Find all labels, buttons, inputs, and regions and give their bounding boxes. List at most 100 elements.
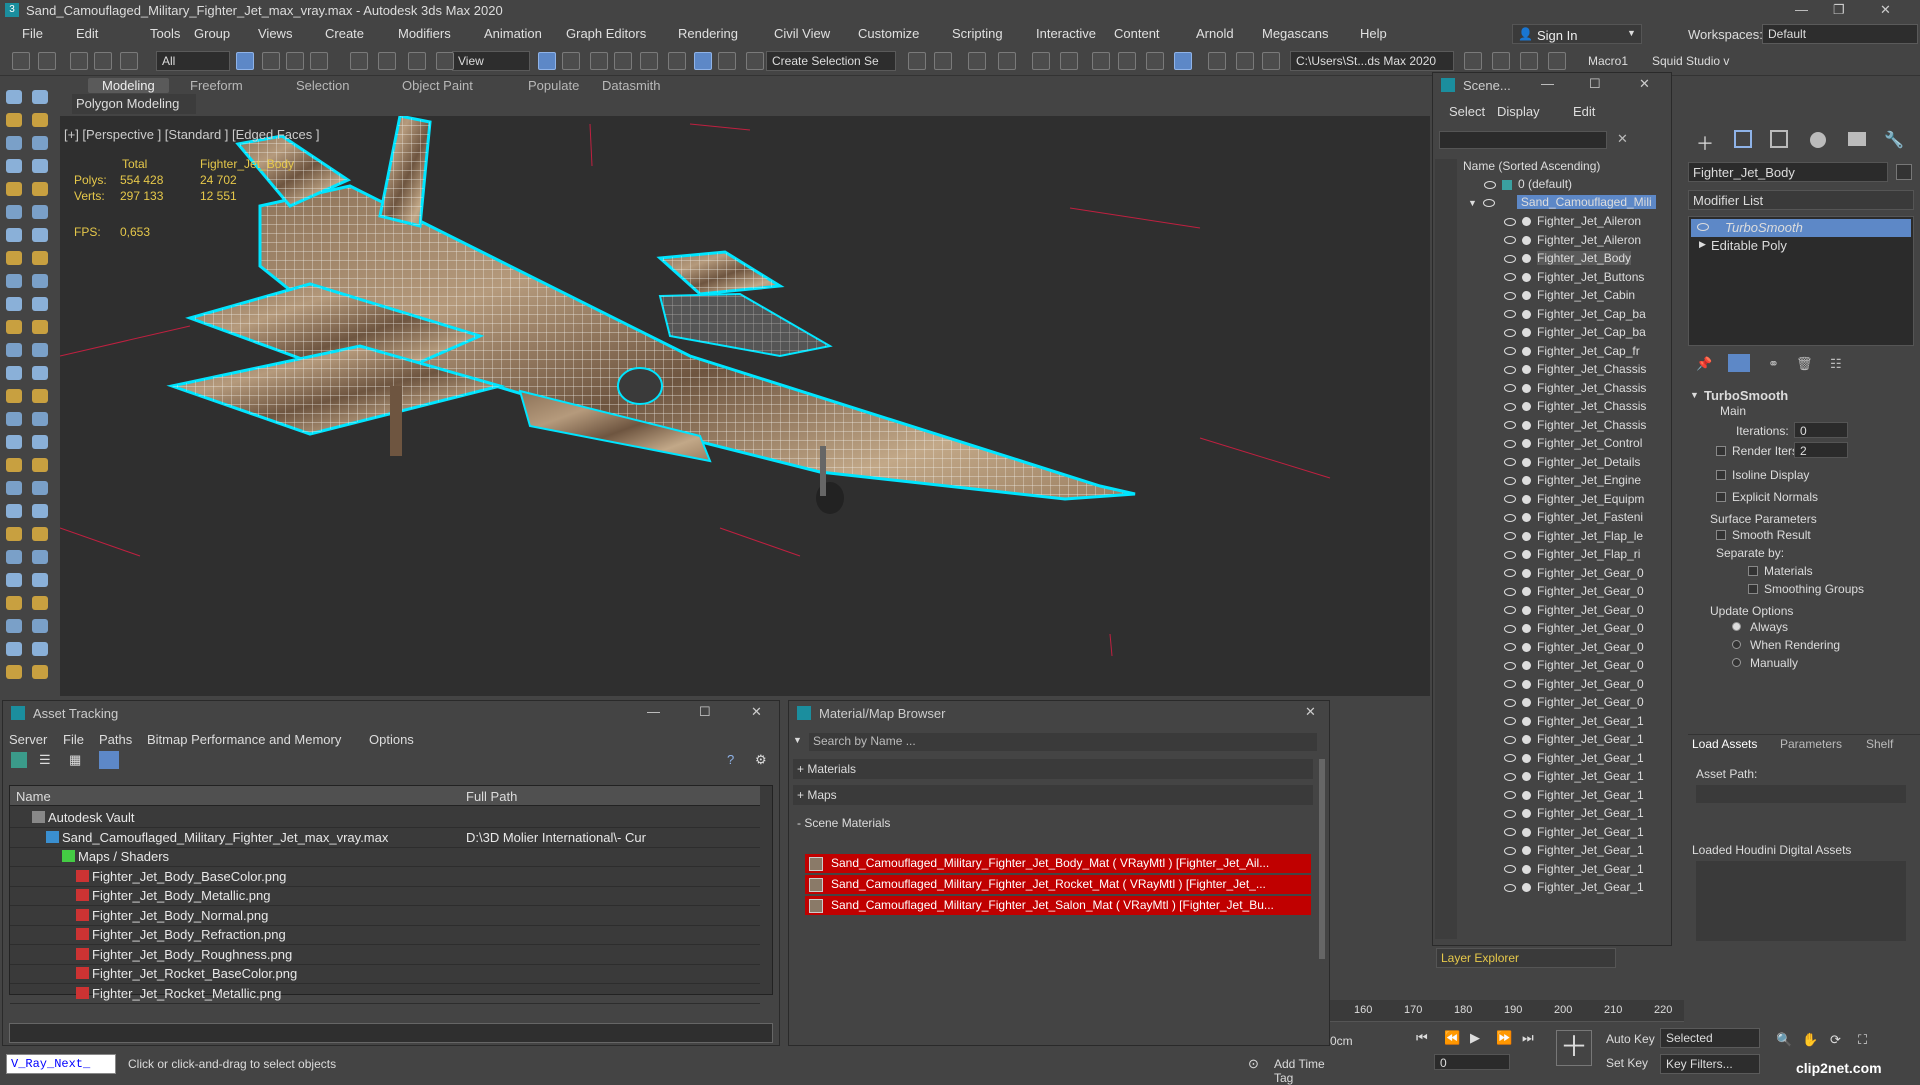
macro-label[interactable]: Macro1 <box>1588 54 1628 68</box>
load-assets-tab[interactable]: Load Assets <box>1692 737 1757 751</box>
render-dot-icon[interactable] <box>1522 439 1531 449</box>
visibility-eye-icon[interactable] <box>1504 661 1516 670</box>
scene-item[interactable]: Fighter_Jet_Gear_1 <box>1504 843 1644 861</box>
next-frame-icon[interactable]: ⏩ <box>1496 1030 1512 1046</box>
menu-content[interactable]: Content <box>1114 26 1160 41</box>
scene-menu-display[interactable]: Display <box>1497 104 1540 119</box>
render-dot-icon[interactable] <box>1522 716 1531 726</box>
left-tool-51-icon[interactable] <box>6 665 22 679</box>
toolbar-tool-11-icon[interactable] <box>378 52 396 70</box>
left-tool-24-icon[interactable] <box>32 343 48 357</box>
always-radio[interactable] <box>1732 622 1741 631</box>
selection-filter-dropdown[interactable]: All <box>156 51 230 71</box>
squid-label[interactable]: Squid Studio v <box>1652 54 1729 68</box>
toolbar-tool-4-icon[interactable] <box>94 52 112 70</box>
loaded-hda-list[interactable] <box>1696 861 1906 941</box>
left-tool-40-icon[interactable] <box>32 527 48 541</box>
isoline-checkbox[interactable] <box>1716 470 1726 480</box>
left-tool-34-icon[interactable] <box>32 458 48 472</box>
scene-item[interactable]: Fighter_Jet_Gear_0 <box>1504 695 1644 713</box>
left-tool-2-icon[interactable] <box>32 90 48 104</box>
menu-scripting[interactable]: Scripting <box>952 26 1003 41</box>
stack-item-editable-poly[interactable]: ▶ Editable Poly <box>1691 237 1911 255</box>
menu-customize[interactable]: Customize <box>858 26 919 41</box>
render-dot-icon[interactable] <box>1522 494 1531 504</box>
asset-maps-row[interactable]: Maps / Shaders <box>10 847 760 867</box>
menu-create[interactable]: Create <box>325 26 364 41</box>
left-tool-31-icon[interactable] <box>6 435 22 449</box>
visibility-eye-icon[interactable] <box>1504 680 1516 689</box>
reference-coord-dropdown[interactable]: View <box>452 51 530 71</box>
scene-menu-edit[interactable]: Edit <box>1573 104 1595 119</box>
display-tab-icon[interactable] <box>1848 132 1866 146</box>
asset-menu-paths[interactable]: Paths <box>99 732 132 747</box>
asset-texture-row[interactable]: Fighter_Jet_Body_Normal.png <box>10 906 760 926</box>
asset-maximize-button[interactable]: ☐ <box>699 704 711 720</box>
configure-sets-icon[interactable]: ☷ <box>1830 356 1842 372</box>
left-tool-3-icon[interactable] <box>6 113 22 127</box>
material-close-button[interactable]: ✕ <box>1305 704 1316 720</box>
render-dot-icon[interactable] <box>1522 254 1531 264</box>
toolbar-tool-19-icon[interactable] <box>668 52 686 70</box>
scene-item[interactable]: Fighter_Jet_Flap_ri <box>1504 547 1640 565</box>
ribbon-tab-populate[interactable]: Populate <box>528 78 579 93</box>
toolbar-tool-14-icon[interactable] <box>538 52 556 70</box>
left-tool-47-icon[interactable] <box>6 619 22 633</box>
left-tool-33-icon[interactable] <box>6 458 22 472</box>
asset-minimize-button[interactable]: — <box>647 704 660 719</box>
left-tool-27-icon[interactable] <box>6 389 22 403</box>
rollout-collapse-icon[interactable]: ▼ <box>1690 390 1699 400</box>
toolbar-tool-30-icon[interactable] <box>1118 52 1136 70</box>
scene-object-group[interactable]: ▼ Sand_Camouflaged_Mili <box>1468 195 1656 213</box>
materials-checkbox[interactable] <box>1748 566 1758 576</box>
scene-item[interactable]: Fighter_Jet_Chassis <box>1504 362 1646 380</box>
remove-modifier-icon[interactable]: 🗑 <box>1796 356 1813 372</box>
parameters-tab[interactable]: Parameters <box>1780 737 1842 751</box>
toolbar-tool-3-icon[interactable] <box>70 52 88 70</box>
visibility-eye-icon[interactable] <box>1504 365 1516 374</box>
set-key-button[interactable]: Set Key <box>1606 1056 1648 1070</box>
left-tool-6-icon[interactable] <box>32 136 48 150</box>
visibility-eye-icon[interactable] <box>1504 624 1516 633</box>
pin-stack-icon[interactable]: 📌 <box>1696 356 1712 372</box>
toolbar-tool-16-icon[interactable] <box>590 52 608 70</box>
visibility-eye-icon[interactable] <box>1504 754 1516 763</box>
toolbar-tool-17-icon[interactable] <box>614 52 632 70</box>
visibility-eye-icon[interactable] <box>1504 883 1516 892</box>
left-tool-14-icon[interactable] <box>32 228 48 242</box>
left-tool-11-icon[interactable] <box>6 205 22 219</box>
render-dot-icon[interactable] <box>1522 809 1531 819</box>
close-button[interactable]: ✕ <box>1880 2 1891 18</box>
scene-item[interactable]: Fighter_Jet_Gear_1 <box>1504 880 1644 898</box>
render-dot-icon[interactable] <box>1522 531 1531 541</box>
settings-icon[interactable]: ⚙ <box>755 752 767 768</box>
left-tool-20-icon[interactable] <box>32 297 48 311</box>
scene-item[interactable]: Fighter_Jet_Buttons <box>1504 270 1644 288</box>
visibility-eye-icon[interactable] <box>1504 717 1516 726</box>
ribbon-tab-selection[interactable]: Selection <box>296 78 349 93</box>
smooth-result-checkbox[interactable] <box>1716 530 1726 540</box>
scene-material-row[interactable]: Sand_Camouflaged_Military_Fighter_Jet_Sa… <box>805 896 1311 915</box>
scene-item[interactable]: Fighter_Jet_Gear_1 <box>1504 732 1644 750</box>
scene-item[interactable]: Fighter_Jet_Gear_1 <box>1504 769 1644 787</box>
menu-group[interactable]: Group <box>194 26 230 41</box>
visibility-eye-icon[interactable] <box>1504 347 1516 356</box>
visibility-eye-icon[interactable] <box>1504 217 1516 226</box>
time-ruler[interactable]: 160 170 180 190 200 210 220 <box>1330 1000 1684 1022</box>
time-tag-icon[interactable]: ⊙ <box>1248 1056 1259 1072</box>
toolbar-tool-34-icon[interactable] <box>1236 52 1254 70</box>
visibility-eye-icon[interactable] <box>1504 532 1516 541</box>
scene-item[interactable]: Fighter_Jet_Gear_0 <box>1504 677 1644 695</box>
visibility-eye-icon[interactable] <box>1504 606 1516 615</box>
asset-path-field[interactable] <box>1696 785 1906 803</box>
left-tool-4-icon[interactable] <box>32 113 48 127</box>
left-tool-26-icon[interactable] <box>32 366 48 380</box>
toolbar-tool-35-icon[interactable] <box>1262 52 1280 70</box>
render-dot-icon[interactable] <box>1522 457 1531 467</box>
asset-texture-row[interactable]: Fighter_Jet_Body_Roughness.png <box>10 945 760 965</box>
render-dot-icon[interactable] <box>1522 272 1531 282</box>
visibility-eye-icon[interactable] <box>1504 643 1516 652</box>
left-tool-7-icon[interactable] <box>6 159 22 173</box>
render-dot-icon[interactable] <box>1522 587 1531 597</box>
stack-item-turbosmooth[interactable]: TurboSmooth <box>1691 219 1911 237</box>
